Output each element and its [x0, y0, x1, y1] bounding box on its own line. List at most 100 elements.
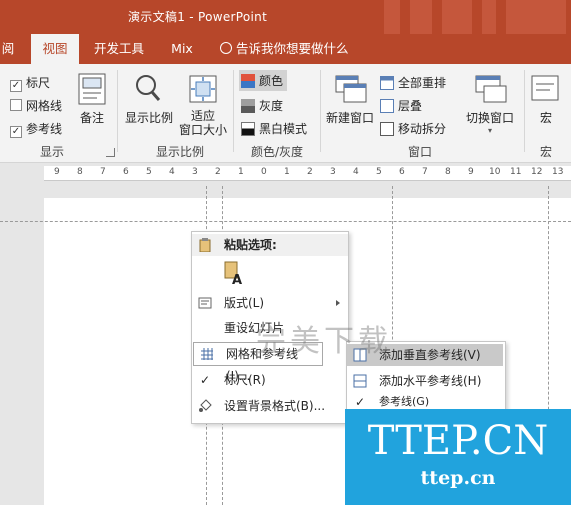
macro-group-label: 宏 — [539, 145, 552, 159]
ruler-tick-label: 9 — [54, 167, 60, 177]
move-split-label: 移动拆分 — [398, 122, 447, 136]
svg-text:A: A — [232, 273, 242, 286]
paint-bucket-icon — [199, 399, 212, 412]
black-white-button[interactable]: 黑白模式 — [241, 120, 307, 137]
dialog-launcher-icon[interactable] — [106, 148, 115, 157]
grayscale-button[interactable]: 灰度 — [241, 97, 283, 114]
tell-me-text: 告诉我你想要做什么 — [236, 41, 349, 56]
magnifier-icon — [136, 75, 161, 101]
clipboard-icon — [199, 238, 211, 252]
macro-icon — [531, 75, 559, 101]
title-bar: 演示文稿1 - PowerPoint — [0, 0, 571, 34]
notes-icon — [78, 73, 106, 105]
ruler-tick-label: 8 — [445, 167, 451, 177]
watermark-big-text: TTEP.CN — [367, 418, 549, 464]
ruler-tick-label: 1 — [284, 167, 290, 177]
tab-developer[interactable]: 开发工具 — [89, 34, 149, 64]
arrange-all-button[interactable]: 全部重排 — [380, 74, 446, 91]
cascade-button[interactable]: 层叠 — [380, 97, 422, 114]
horizontal-guide-icon — [353, 374, 367, 388]
title-decoration — [384, 0, 400, 34]
chevron-down-icon: ▾ — [487, 126, 492, 135]
color-group-label: 颜色/灰度 — [250, 145, 304, 159]
menu-item-ruler[interactable]: ✓ 标尺(R) — [192, 369, 348, 391]
zoom-button[interactable]: 显示比例 — [122, 72, 176, 128]
ruler-tick-label: 6 — [123, 167, 129, 177]
ruler-tick-label: 2 — [307, 167, 313, 177]
checkbox-unchecked-icon — [10, 99, 22, 111]
menu-item-add-horizontal-guide[interactable]: 添加水平参考线(H) — [347, 370, 503, 392]
show-group-label: 显示 — [39, 145, 64, 159]
new-window-icon — [335, 75, 367, 103]
ruler-tick-label: 7 — [422, 167, 428, 177]
window-title: 演示文稿1 - PowerPoint — [128, 10, 268, 24]
layout-label: 版式(L) — [224, 296, 265, 310]
switch-windows-label: 切换窗口 — [465, 111, 514, 125]
cascade-label: 层叠 — [398, 99, 423, 113]
horizontal-guide[interactable] — [0, 221, 571, 222]
ruler-tick-label: 10 — [489, 167, 501, 177]
guides-label: 参考线 — [26, 122, 63, 136]
ruler-tick-label: 2 — [215, 167, 221, 177]
ruler-tick-label: 9 — [468, 167, 474, 177]
title-decoration — [410, 0, 432, 34]
grayscale-swatch-icon — [241, 99, 255, 113]
zoom-group-label: 显示比例 — [155, 145, 204, 159]
ruler-tick-label: 4 — [169, 167, 175, 177]
fit-window-icon — [189, 75, 217, 103]
gridlines-checkbox[interactable]: 网格线 — [10, 97, 62, 114]
guides-checkbox[interactable]: ✓ 参考线 — [10, 120, 62, 138]
color-button[interactable]: 颜色 — [239, 70, 288, 91]
menu-item-layout[interactable]: 版式(L) — [192, 292, 348, 314]
watermark-small-text: ttep.cn — [420, 467, 496, 489]
ruler-tick-label: 4 — [353, 167, 359, 177]
menu-item-format-background[interactable]: 设置背景格式(B)... — [192, 395, 348, 417]
ribbon: ✓ 标尺 网格线 ✓ 参考线 备注 显示 显示比例 适应 窗口大小 显示比例 颜色 … — [0, 64, 571, 163]
horizontal-ruler[interactable]: 9 8 7 6 5 4 3 2 1 0 1 2 3 4 5 6 7 8 9 10… — [44, 166, 571, 181]
menu-item-guides[interactable]: ✓ 参考线(G) — [347, 394, 503, 410]
fit-label-line1: 适应 — [190, 109, 215, 123]
switch-windows-button[interactable]: 切换窗口 ▾ — [462, 72, 518, 144]
ruler-menu-label: 标尺(R) — [224, 373, 266, 387]
ruler-label: 标尺 — [26, 76, 51, 90]
gridlines-label: 网格线 — [26, 99, 63, 113]
macros-button[interactable]: 宏 — [528, 72, 564, 128]
move-split-button[interactable]: 移动拆分 — [380, 120, 446, 137]
paste-options-label: 粘贴选项: — [224, 238, 277, 252]
checkmark-icon: ✓ — [199, 373, 211, 387]
paste-keep-text-button[interactable]: A — [222, 260, 246, 288]
color-label: 颜色 — [259, 74, 284, 88]
bw-label: 黑白模式 — [259, 122, 308, 136]
arrange-all-label: 全部重排 — [398, 76, 447, 90]
ruler-tick-label: 5 — [376, 167, 382, 177]
window-group-label: 窗口 — [407, 145, 432, 159]
ruler-tick-label: 13 — [552, 167, 564, 177]
paste-text-only-icon: A — [224, 261, 242, 288]
ruler-tick-label: 0 — [261, 167, 267, 177]
tab-review[interactable]: 阅 — [0, 34, 16, 64]
move-split-icon — [380, 122, 394, 136]
tab-mix[interactable]: Mix — [164, 34, 200, 64]
lightbulb-icon — [220, 42, 232, 54]
title-decoration — [506, 0, 566, 34]
tab-view[interactable]: 视图 — [31, 34, 79, 64]
title-decoration — [482, 0, 496, 34]
add-horizontal-label: 添加水平参考线(H) — [379, 374, 482, 388]
ribbon-tabs: 阅 视图 开发工具 Mix 告诉我你想要做什么 — [0, 34, 571, 64]
ruler-tick-label: 11 — [510, 167, 522, 177]
ruler-tick-label: 12 — [531, 167, 543, 177]
new-window-label: 新建窗口 — [325, 111, 374, 125]
fit-to-window-button[interactable]: 适应 窗口大小 — [176, 72, 230, 144]
title-decoration — [442, 0, 472, 34]
tell-me-search[interactable]: 告诉我你想要做什么 — [220, 34, 360, 64]
macros-label: 宏 — [539, 111, 552, 125]
ruler-checkbox[interactable]: ✓ 标尺 — [10, 74, 50, 92]
ruler-tick-label: 3 — [192, 167, 198, 177]
checkbox-checked-icon: ✓ — [10, 126, 22, 138]
paste-options-header: 粘贴选项: — [192, 234, 348, 256]
notes-button[interactable]: 备注 — [76, 72, 108, 128]
zoom-label: 显示比例 — [124, 111, 173, 125]
cascade-icon — [380, 99, 394, 113]
add-vertical-label: 添加垂直参考线(V) — [379, 348, 481, 362]
new-window-button[interactable]: 新建窗口 — [324, 72, 376, 128]
